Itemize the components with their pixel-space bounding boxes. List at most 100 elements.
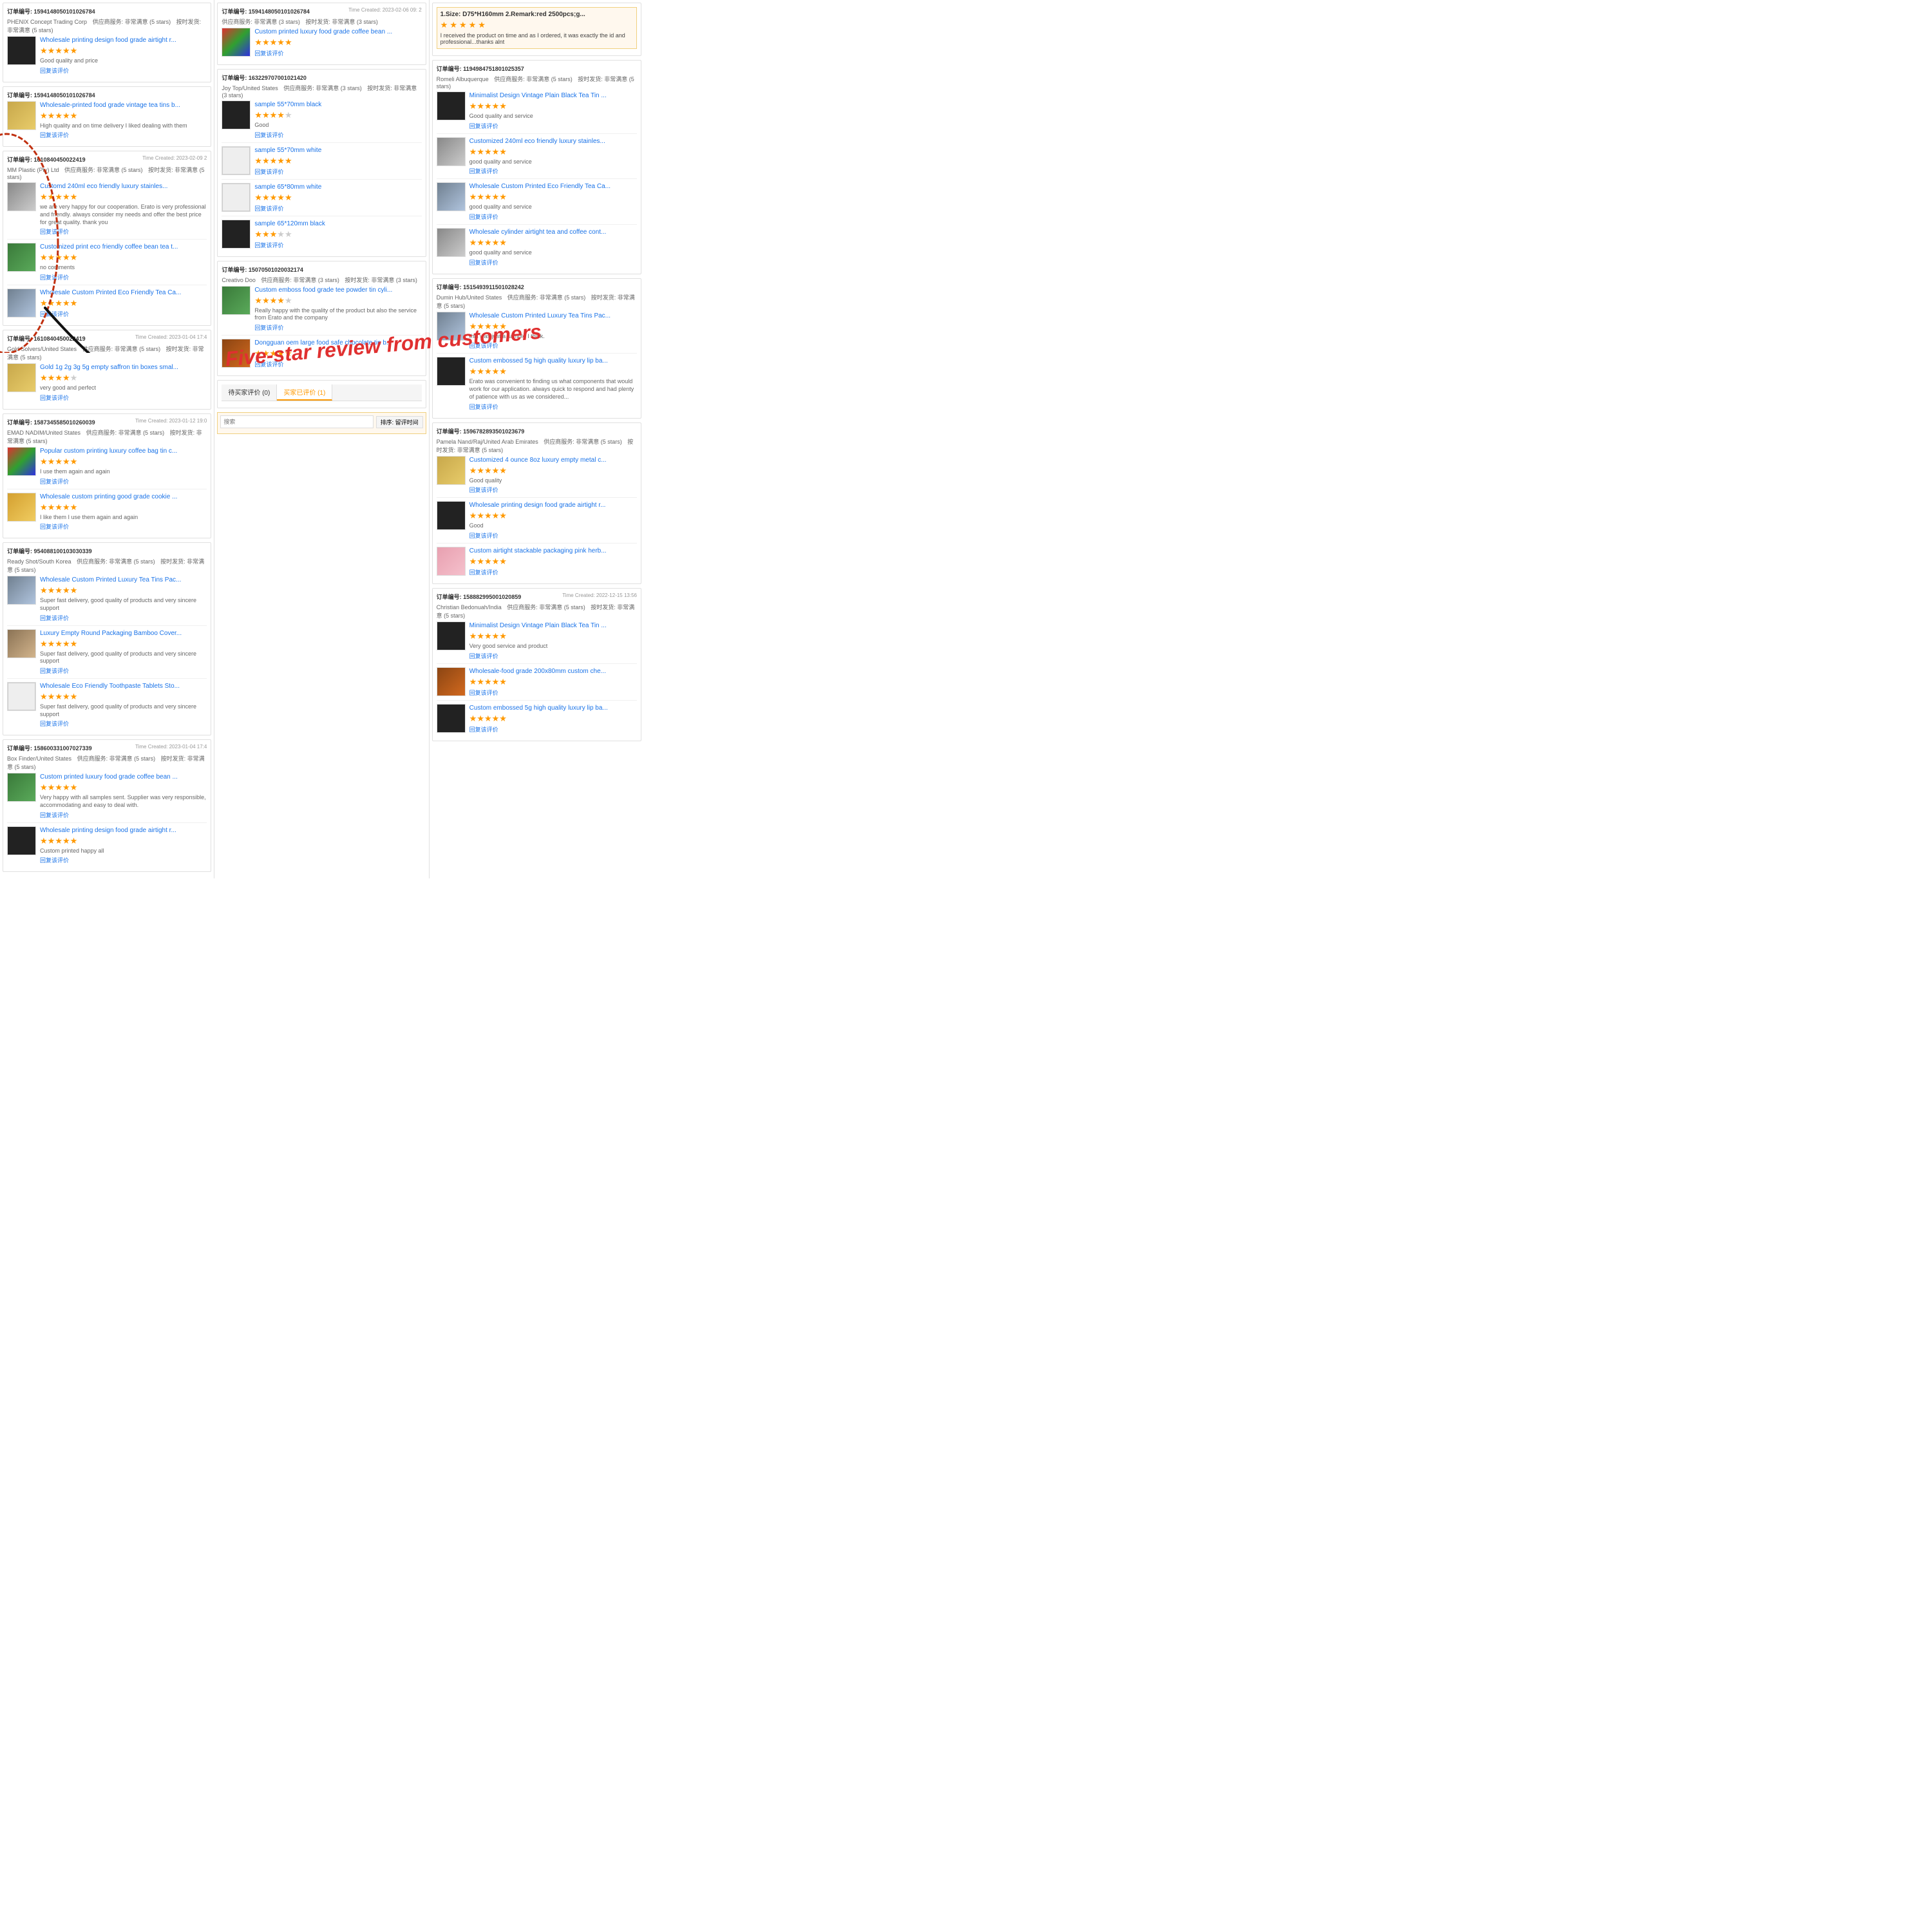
reply-button[interactable]: 回复该评价 bbox=[40, 395, 69, 401]
product-title[interactable]: Wholesale printing design food grade air… bbox=[40, 36, 207, 44]
search-input[interactable] bbox=[220, 415, 373, 428]
product-title[interactable]: Wholesale Custom Printed Eco Friendly Te… bbox=[469, 182, 637, 191]
product-title[interactable]: sample 65*80mm white bbox=[254, 183, 421, 191]
product-thumbnail bbox=[7, 576, 36, 605]
review-item: Custom printed luxury food grade coffee … bbox=[7, 773, 207, 822]
order-card: 订单编号: 158600331007027339 Time Created: 2… bbox=[3, 739, 211, 872]
product-title[interactable]: Wholesale custom printing good grade coo… bbox=[40, 493, 207, 501]
company-name: EMAD NADIM/United States bbox=[7, 430, 80, 436]
reply-button[interactable]: 回复该评价 bbox=[469, 123, 498, 129]
product-title[interactable]: Wholesale-food grade 200x80mm custom che… bbox=[469, 667, 637, 676]
reply-button[interactable]: 回复该评价 bbox=[469, 214, 498, 220]
product-title[interactable]: Customized 4 ounce 8oz luxury empty meta… bbox=[469, 456, 637, 464]
reply-button[interactable]: 回复该评价 bbox=[40, 132, 69, 138]
reply-button[interactable]: 回复该评价 bbox=[40, 311, 69, 317]
product-title[interactable]: Customd 240ml eco friendly luxury stainl… bbox=[40, 182, 207, 191]
star-rating: ★★★★★ bbox=[469, 101, 637, 111]
product-title[interactable]: Dongguan oem large food safe chocolate t… bbox=[254, 339, 421, 347]
reply-button[interactable]: 回复该评价 bbox=[40, 721, 69, 727]
star-rating: ★★★★★ bbox=[469, 321, 637, 332]
reply-button[interactable]: 回复该评价 bbox=[254, 242, 283, 249]
reply-button[interactable]: 回复该评价 bbox=[40, 812, 69, 819]
reply-button[interactable]: 回复该评价 bbox=[40, 857, 69, 864]
reply-button[interactable]: 回复该评价 bbox=[40, 668, 69, 674]
reply-button[interactable]: 回复该评价 bbox=[254, 132, 283, 138]
reply-button[interactable]: 回复该评价 bbox=[254, 361, 283, 368]
product-title[interactable]: sample 65*120mm black bbox=[254, 220, 421, 228]
product-title[interactable]: Wholesale Custom Printed Luxury Tea Tins… bbox=[40, 576, 207, 584]
tab-completed[interactable]: 买家已评价 (1) bbox=[277, 384, 332, 401]
reply-button[interactable]: 回复该评价 bbox=[469, 653, 498, 659]
product-title[interactable]: Wholesale Custom Printed Eco Friendly Te… bbox=[40, 289, 207, 297]
review-text: Very happy with all samples sent. Suppli… bbox=[40, 794, 207, 809]
product-title[interactable]: Custom airtight stackable packaging pink… bbox=[469, 547, 637, 555]
product-thumbnail bbox=[7, 289, 36, 317]
product-title[interactable]: Custom emboss food grade tee powder tin … bbox=[254, 286, 421, 294]
reply-button[interactable]: 回复该评价 bbox=[469, 569, 498, 576]
reply-button[interactable]: 回复该评价 bbox=[254, 169, 283, 175]
page-wrapper: 订单编号: 1594148050101026784 PHENIX Concept… bbox=[0, 0, 644, 878]
order-id: 订单编号: 954088100103030339 bbox=[7, 547, 92, 555]
review-item: sample 65*120mm black ★★★★★ 回复该评价 bbox=[222, 220, 421, 252]
reply-button[interactable]: 回复该评价 bbox=[469, 343, 498, 349]
reply-button[interactable]: 回复该评价 bbox=[469, 487, 498, 493]
product-title[interactable]: sample 55*70mm black bbox=[254, 100, 421, 109]
sort-button[interactable]: 排序: 留评时间 bbox=[376, 416, 423, 428]
star-rating: ★★★★★ bbox=[254, 37, 421, 48]
supplier-info: Gold Solvers/United States 供应商服务: 非常满意 (… bbox=[7, 345, 207, 361]
product-title[interactable]: Gold 1g 2g 3g 5g empty saffron tin boxes… bbox=[40, 363, 207, 372]
product-title[interactable]: Custom embossed 5g high quality luxury l… bbox=[469, 704, 637, 712]
review-content: Wholesale printing design food grade air… bbox=[469, 501, 637, 540]
reply-button[interactable]: 回复该评价 bbox=[254, 325, 283, 331]
reply-button[interactable]: 回复该评价 bbox=[40, 524, 69, 530]
reply-button[interactable]: 回复该评价 bbox=[469, 260, 498, 266]
product-title[interactable]: Custom embossed 5g high quality luxury l… bbox=[469, 357, 637, 365]
reply-button[interactable]: 回复该评价 bbox=[254, 205, 283, 212]
product-title[interactable]: Minimalist Design Vintage Plain Black Te… bbox=[469, 621, 637, 630]
order-id: 订单编号: 15070501020032174 bbox=[222, 265, 303, 274]
reply-button[interactable]: 回复该评价 bbox=[469, 404, 498, 410]
product-thumbnail bbox=[7, 826, 36, 855]
product-title[interactable]: Wholesale Eco Friendly Toothpaste Tablet… bbox=[40, 682, 207, 690]
company-name: MM Plastic (Pty) Ltd bbox=[7, 167, 59, 173]
review-item: Wholesale printing design food grade air… bbox=[437, 501, 637, 544]
review-text: Really happy with the quality of the pro… bbox=[254, 307, 421, 322]
product-title[interactable]: Popular custom printing luxury coffee ba… bbox=[40, 447, 207, 455]
supplier-service: 供应商服务: 非常满意 (5 stars) bbox=[544, 439, 622, 445]
tab-pending[interactable]: 待买家评价 (0) bbox=[222, 384, 277, 401]
product-title[interactable]: Wholesale printing design food grade air… bbox=[469, 501, 637, 509]
product-title[interactable]: Wholesale printing design food grade air… bbox=[40, 826, 207, 835]
order-card: 订单编号: 1594148050101026784 Time Created: … bbox=[217, 3, 426, 65]
order-header: 订单编号: 1594148050101026784 bbox=[7, 7, 207, 15]
star-rating: ★★★★★ bbox=[469, 366, 637, 377]
reply-button[interactable]: 回复该评价 bbox=[40, 274, 69, 281]
review-item: Custom embossed 5g high quality luxury l… bbox=[437, 704, 637, 737]
product-title[interactable]: Custom printed luxury food grade coffee … bbox=[40, 773, 207, 781]
reply-button[interactable]: 回复该评价 bbox=[254, 50, 283, 57]
product-title[interactable]: Custom printed luxury food grade coffee … bbox=[254, 28, 421, 36]
reply-button[interactable]: 回复该评价 bbox=[469, 168, 498, 175]
product-title[interactable]: Customized 240ml eco friendly luxury sta… bbox=[469, 137, 637, 146]
product-title[interactable]: sample 55*70mm white bbox=[254, 146, 421, 155]
reply-button[interactable]: 回复该评价 bbox=[40, 68, 69, 74]
reply-button[interactable]: 回复该评价 bbox=[469, 533, 498, 539]
product-title[interactable]: Luxury Empty Round Packaging Bamboo Cove… bbox=[40, 629, 207, 638]
reply-button[interactable]: 回复该评价 bbox=[469, 690, 498, 696]
product-title[interactable]: Wholesale Custom Printed Luxury Tea Tins… bbox=[469, 312, 637, 320]
review-content: Gold 1g 2g 3g 5g empty saffron tin boxes… bbox=[40, 363, 207, 402]
column-3: 1.Size: D75*H160mm 2.Remark:red 2500pcs;… bbox=[430, 0, 644, 878]
product-title[interactable]: Wholesale cylinder airtight tea and coff… bbox=[469, 228, 637, 236]
reply-button[interactable]: 回复该评价 bbox=[40, 478, 69, 485]
supplier-service: 供应商服务: 非常满意 (3 stars) bbox=[261, 277, 339, 283]
reply-button[interactable]: 回复该评价 bbox=[40, 229, 69, 235]
company-name: Gold Solvers/United States bbox=[7, 346, 77, 352]
supplier-info: MM Plastic (Pty) Ltd 供应商服务: 非常满意 (5 star… bbox=[7, 166, 207, 180]
review-content: Custom embossed 5g high quality luxury l… bbox=[469, 704, 637, 734]
product-thumbnail bbox=[437, 357, 466, 386]
product-thumbnail bbox=[437, 228, 466, 257]
reply-button[interactable]: 回复该评价 bbox=[469, 726, 498, 733]
product-title[interactable]: Minimalist Design Vintage Plain Black Te… bbox=[469, 91, 637, 100]
reply-button[interactable]: 回复该评价 bbox=[40, 615, 69, 621]
product-title[interactable]: Wholesale-printed food grade vintage tea… bbox=[40, 101, 207, 109]
product-title[interactable]: Customized print eco friendly coffee bea… bbox=[40, 243, 207, 251]
